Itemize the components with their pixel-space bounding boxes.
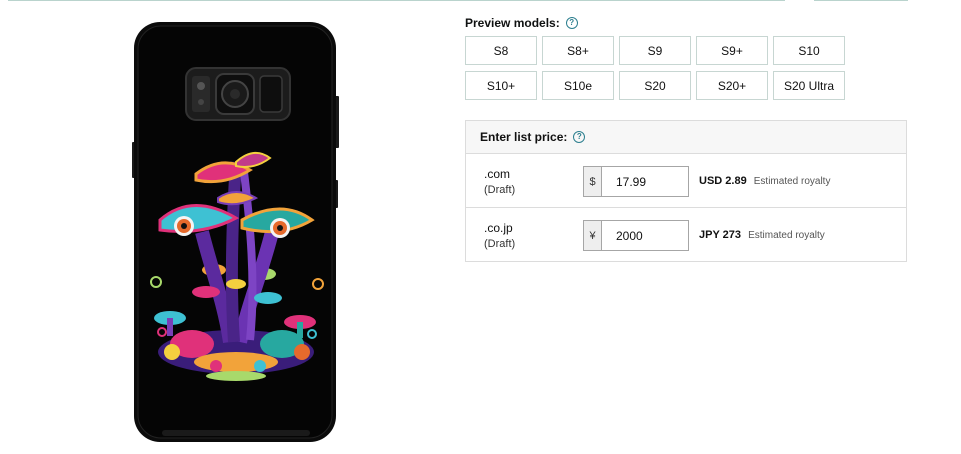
phone-case-image	[132, 22, 339, 442]
price-input-com[interactable]	[602, 167, 688, 196]
marketplace-status: (Draft)	[484, 238, 516, 250]
marketplace-label: .co.jp (Draft)	[484, 220, 515, 252]
model-button-s9[interactable]: S9	[619, 36, 691, 65]
model-button-s20[interactable]: S20	[619, 71, 691, 100]
preview-models-grid: S8 S8+ S9 S9+ S10 S10+ S10e S20 S20+ S20…	[465, 36, 845, 100]
price-input-group: ¥	[583, 220, 689, 251]
model-button-s10-plus[interactable]: S10+	[465, 71, 537, 100]
price-row-co-jp: .co.jp (Draft) ¥ JPY 273 Estimated royal…	[466, 208, 906, 262]
marketplace-label: .com (Draft)	[484, 166, 515, 198]
question-circle-icon[interactable]: ?	[565, 17, 578, 29]
preview-models-title: Preview models:	[465, 16, 560, 30]
model-button-s10e[interactable]: S10e	[542, 71, 614, 100]
merch-product-editor: Preview models: ? S8 S8+ S9 S9+ S10 S10+…	[0, 0, 961, 454]
estimated-royalty: USD 2.89 Estimated royalty	[699, 175, 830, 187]
estimated-royalty: JPY 273 Estimated royalty	[699, 229, 825, 241]
currency-symbol: $	[584, 167, 602, 196]
divider	[814, 0, 908, 1]
model-button-s9-plus[interactable]: S9+	[696, 36, 768, 65]
marketplace-domain: .co.jp	[484, 221, 513, 235]
list-price-title: Enter list price:	[480, 130, 568, 144]
royalty-amount: JPY 273	[699, 229, 742, 241]
list-price-panel: Enter list price: ? .com (Draft) $ USD 2…	[465, 120, 907, 262]
model-button-s8[interactable]: S8	[465, 36, 537, 65]
model-button-s8-plus[interactable]: S8+	[542, 36, 614, 65]
royalty-label: Estimated royalty	[753, 176, 831, 187]
price-row-com: .com (Draft) $ USD 2.89 Estimated royalt…	[466, 154, 906, 208]
divider	[8, 0, 785, 1]
price-input-group: $	[583, 166, 689, 197]
model-button-s10[interactable]: S10	[773, 36, 845, 65]
marketplace-domain: .com	[484, 167, 511, 181]
marketplace-status: (Draft)	[484, 184, 516, 196]
currency-symbol: ¥	[584, 221, 602, 250]
price-input-co-jp[interactable]	[602, 221, 688, 250]
phone-case-preview	[132, 22, 340, 442]
model-button-s20-plus[interactable]: S20+	[696, 71, 768, 100]
royalty-label: Estimated royalty	[748, 230, 825, 241]
royalty-amount: USD 2.89	[699, 175, 747, 187]
preview-models-heading: Preview models: ?	[465, 16, 578, 30]
model-button-s20-ultra[interactable]: S20 Ultra	[773, 71, 845, 100]
list-price-header: Enter list price: ?	[466, 121, 906, 154]
question-circle-icon[interactable]: ?	[573, 131, 586, 143]
